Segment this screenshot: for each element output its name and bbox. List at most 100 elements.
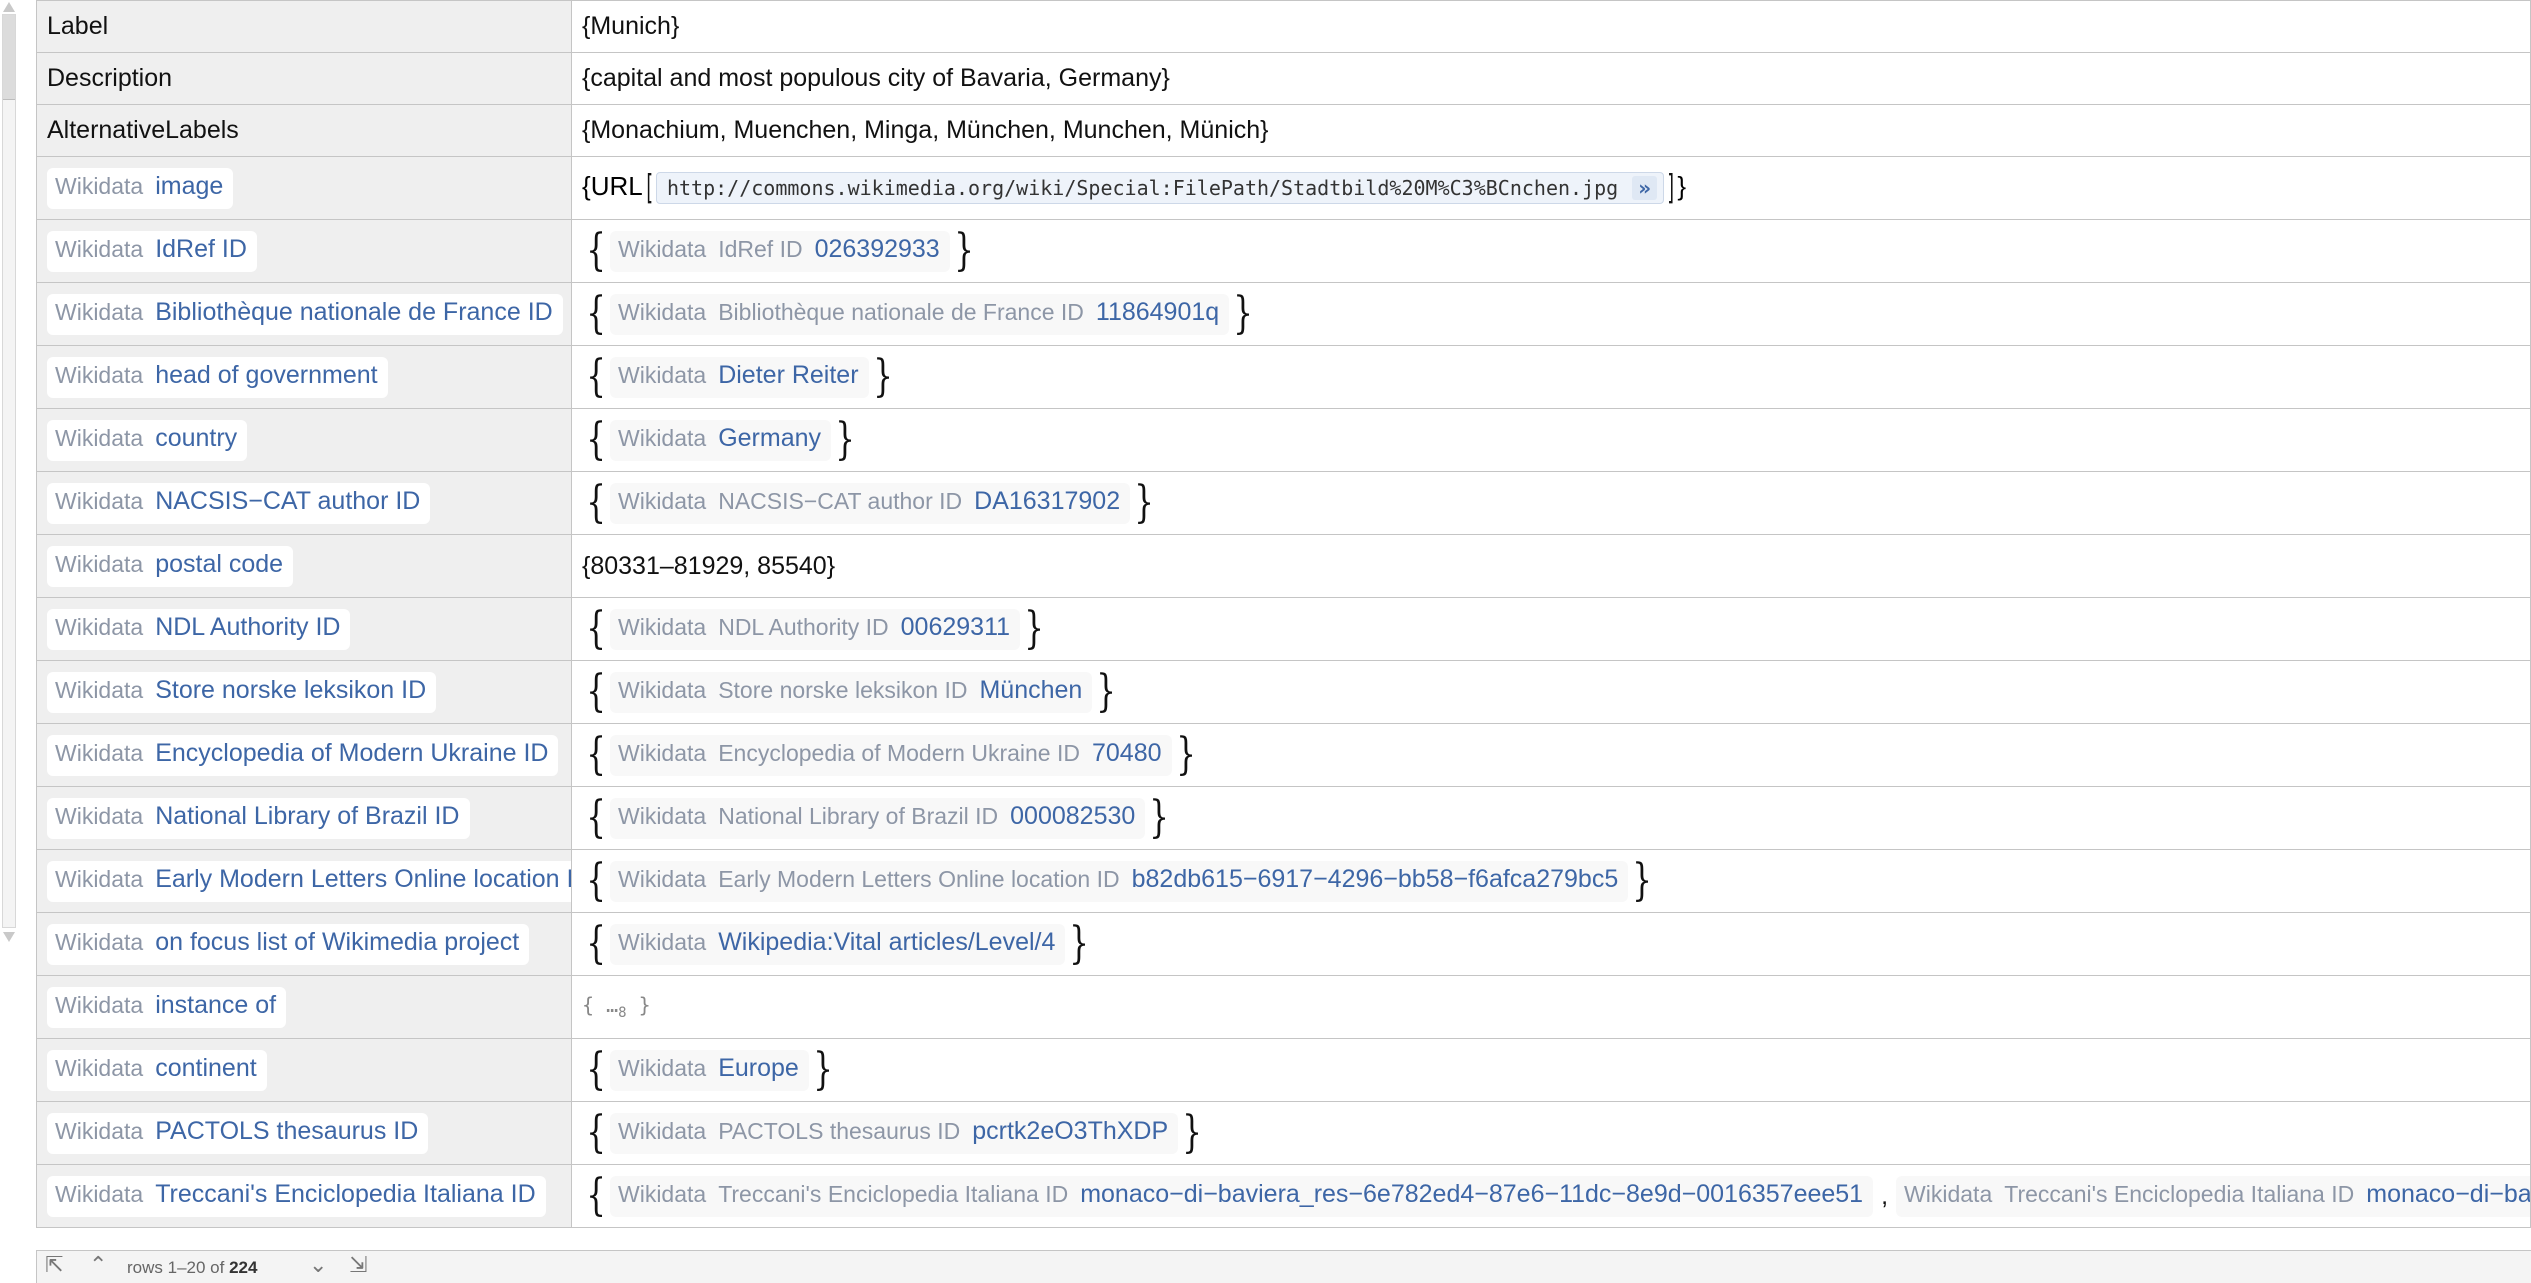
property-key-cell: Wikidata NDL Authority ID	[36, 597, 572, 661]
wikidata-tag: Wikidata	[618, 928, 707, 955]
property-name: image	[155, 171, 224, 200]
open-link-icon[interactable]: »	[1632, 176, 1658, 201]
property-name: National Library of Brazil ID	[155, 801, 460, 830]
wikidata-entity-pill[interactable]: Wikidata Dieter Reiter	[610, 356, 869, 398]
wikidata-entity-pill[interactable]: Wikidata National Library of Brazil ID 000…	[610, 797, 1146, 839]
property-value-cell: {80331–81929, 85540}	[571, 534, 2531, 598]
wikidata-entity-pill[interactable]: Wikidata NACSIS−CAT author ID DA16317902	[610, 482, 1131, 524]
url-text: http://commons.wikimedia.org/wiki/Specia…	[666, 176, 1619, 201]
property-name: Encyclopedia of Modern Ukraine ID	[155, 738, 549, 767]
brace-close: }	[1175, 729, 1196, 780]
property-label: Description	[47, 64, 173, 92]
property-value-cell: {Wikidata Germany}	[571, 408, 2531, 472]
scroll-up-arrow-icon[interactable]	[3, 2, 15, 12]
wikidata-property-pill[interactable]: Wikidata PACTOLS thesaurus ID	[47, 1112, 429, 1154]
wikidata-property-pill[interactable]: Wikidata instance of	[47, 986, 287, 1028]
property-name: on focus list of Wikimedia project	[155, 927, 520, 956]
pagination-footer: ⇱ ⌃ rows 1–20 of 224 ⌄ ⇲	[36, 1250, 2531, 1283]
wikidata-tag: Wikidata	[1904, 1180, 1993, 1207]
property-name: head of government	[155, 360, 378, 389]
brace-close: }	[1182, 1107, 1202, 1158]
wikidata-tag: Wikidata	[55, 424, 144, 451]
entity-property: Encyclopedia of Modern Ukraine ID	[718, 739, 1080, 766]
wikidata-property-pill[interactable]: Wikidata IdRef ID	[47, 230, 257, 272]
wikidata-property-pill[interactable]: Wikidata Bibliothèque nationale de France…	[47, 293, 563, 335]
wikidata-property-pill[interactable]: Wikidata National Library of Brazil ID	[47, 797, 470, 839]
property-name: Bibliothèque nationale de France ID	[155, 297, 553, 326]
table-row: AlternativeLabels {Monachium, Muenchen, M…	[36, 104, 2531, 157]
url-link[interactable]: http://commons.wikimedia.org/wiki/Specia…	[655, 172, 1665, 205]
wikidata-property-pill[interactable]: Wikidata image	[47, 167, 234, 209]
scrollbar-thumb[interactable]	[3, 15, 15, 100]
wikidata-entity-pill[interactable]: Wikidata Encyclopedia of Modern Ukraine I…	[610, 734, 1172, 776]
wikidata-property-pill[interactable]: Wikidata NACSIS−CAT author ID	[47, 482, 431, 524]
entity-value: 000082530	[1010, 801, 1136, 830]
property-key-cell: AlternativeLabels	[36, 104, 572, 157]
scrollbar-track[interactable]	[2, 14, 16, 928]
wikidata-entity-pill[interactable]: Wikidata Store norske leksikon ID München	[610, 671, 1093, 713]
wikidata-property-pill[interactable]: Wikidata postal code	[47, 545, 294, 587]
property-name: NDL Authority ID	[155, 612, 341, 641]
wikidata-tag: Wikidata	[55, 865, 144, 892]
property-value-cell: {Wikidata Treccani's Enciclopedia Italian…	[571, 1164, 2531, 1228]
property-name: instance of	[155, 990, 277, 1019]
wikidata-property-pill[interactable]: Wikidata country	[47, 419, 248, 461]
wikidata-entity-pill[interactable]: Wikidata Early Modern Letters Online loca…	[610, 860, 1629, 902]
wikidata-entity-pill[interactable]: Wikidata PACTOLS thesaurus ID pcrtk2eO3ThX…	[610, 1112, 1179, 1154]
wikidata-entity-pill[interactable]: Wikidata Treccani's Enciclopedia Italiana…	[1896, 1175, 2530, 1217]
wikidata-entity-pill[interactable]: Wikidata Bibliothèque nationale de France…	[610, 293, 1230, 335]
table-row: Wikidata instance of { …8 }	[36, 975, 2531, 1039]
rows-range-text: rows 1–20 of	[127, 1258, 230, 1277]
table-row: Wikidata NACSIS−CAT author ID {Wikidata NAC…	[36, 471, 2531, 535]
wikidata-property-pill[interactable]: Wikidata Early Modern Letters Online loca…	[47, 860, 571, 902]
last-page-icon[interactable]: ⇲	[349, 1253, 367, 1278]
table-row: Wikidata IdRef ID {Wikidata IdRef ID 0263929…	[36, 219, 2531, 283]
wikidata-tag: Wikidata	[55, 1180, 144, 1207]
vertical-scrollbar[interactable]	[0, 0, 22, 1283]
table-row: Wikidata postal code {80331–81929, 85540}	[36, 534, 2531, 598]
property-value-cell: {Wikidata Encyclopedia of Modern Ukraine …	[571, 723, 2531, 787]
property-name: Treccani's Enciclopedia Italiana ID	[155, 1179, 536, 1208]
entity-value: monaco−di−baviera_res−6e782ed4−87e6−11dc…	[1080, 1179, 1864, 1208]
wikidata-property-pill[interactable]: Wikidata on focus list of Wikimedia proje…	[47, 923, 530, 965]
wikidata-entity-pill[interactable]: Wikidata Wikipedia:Vital articles/Level/4	[610, 923, 1066, 965]
entity-value: 11864901q	[1095, 297, 1220, 326]
brace-open: {	[586, 792, 606, 843]
wikidata-property-pill[interactable]: Wikidata Encyclopedia of Modern Ukraine I…	[47, 734, 559, 776]
property-name: country	[155, 423, 238, 452]
wikidata-tag: Wikidata	[55, 928, 144, 955]
wikidata-property-pill[interactable]: Wikidata continent	[47, 1049, 267, 1091]
wikidata-entity-pill[interactable]: Wikidata IdRef ID 026392933	[610, 230, 950, 272]
wikidata-property-pill[interactable]: Wikidata head of government	[47, 356, 388, 398]
wikidata-entity-pill[interactable]: Wikidata Europe	[610, 1049, 809, 1091]
wikidata-tag: Wikidata	[618, 1054, 707, 1081]
wikidata-property-pill[interactable]: Wikidata Store norske leksikon ID	[47, 671, 437, 713]
entity-value: Wikipedia:Vital articles/Level/4	[718, 927, 1056, 956]
wikidata-property-pill[interactable]: Wikidata Treccani's Enciclopedia Italiana…	[47, 1175, 546, 1217]
entity-property: PACTOLS thesaurus ID	[718, 1117, 961, 1144]
rows-info: rows 1–20 of 224	[127, 1258, 257, 1278]
wikidata-tag: Wikidata	[618, 487, 707, 514]
wikidata-tag: Wikidata	[618, 802, 707, 829]
elided-count: 8	[618, 1005, 627, 1021]
next-page-icon[interactable]: ⌄	[309, 1253, 327, 1278]
first-page-icon[interactable]: ⇱	[45, 1253, 63, 1278]
wikidata-entity-pill[interactable]: Wikidata Treccani's Enciclopedia Italiana…	[610, 1175, 1874, 1217]
brace-close: }	[1069, 918, 1090, 969]
entity-property: National Library of Brazil ID	[718, 802, 999, 829]
wikidata-property-pill[interactable]: Wikidata NDL Authority ID	[47, 608, 351, 650]
wikidata-tag: Wikidata	[618, 424, 707, 451]
entity-value: 00629311	[900, 612, 1011, 641]
wikidata-entity-pill[interactable]: Wikidata NDL Authority ID 00629311	[610, 608, 1021, 650]
dataset-grid: Label {Munich} Description {capital and mos…	[36, 0, 2531, 1228]
previous-page-icon[interactable]: ⌃	[89, 1253, 107, 1278]
table-row: Wikidata continent {Wikidata Europe}	[36, 1038, 2531, 1102]
scroll-down-arrow-icon[interactable]	[3, 932, 15, 942]
list-comma: ,	[1881, 1181, 1889, 1210]
entity-value: München	[979, 675, 1083, 704]
wikidata-entity-pill[interactable]: Wikidata Germany	[610, 419, 832, 461]
brace-close: }	[1134, 477, 1154, 528]
elided-list[interactable]: { …8 }	[582, 993, 651, 1021]
entity-value: 026392933	[814, 234, 940, 263]
elided-close: }	[626, 993, 651, 1017]
